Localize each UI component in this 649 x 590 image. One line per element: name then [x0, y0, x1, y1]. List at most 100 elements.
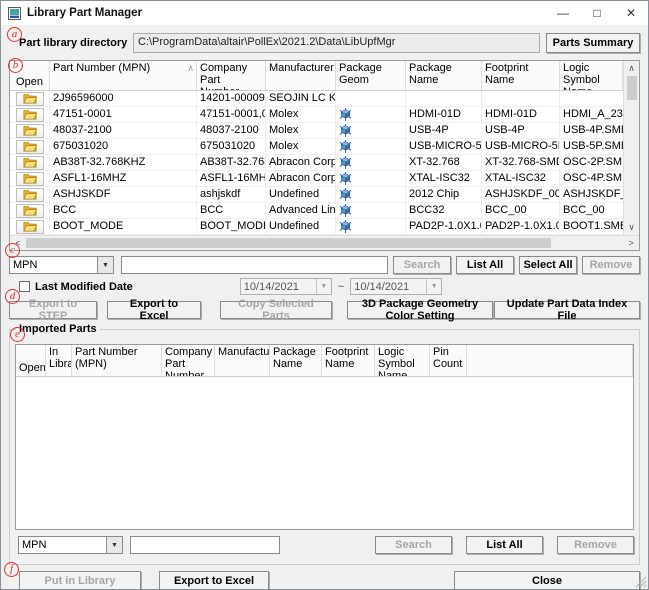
manufacturer-cell: Molex — [266, 123, 336, 138]
folder-icon — [23, 205, 37, 216]
horizontal-scrollbar[interactable]: < > — [10, 235, 639, 250]
close-button[interactable]: Close — [454, 571, 640, 590]
remove-button[interactable]: Remove — [582, 256, 640, 274]
logic-symbol-cell: BOOT1.SMB — [560, 219, 623, 234]
parts-summary-button[interactable]: Parts Summary — [546, 33, 640, 53]
footer-export-to-excel-button[interactable]: Export to Excel — [159, 571, 269, 590]
open-part-button[interactable] — [16, 156, 44, 170]
chevron-down-icon: ▼ — [316, 279, 331, 294]
imported-list-all-button[interactable]: List All — [466, 536, 543, 554]
column-pin-count[interactable]: Pin Count — [430, 345, 467, 376]
imported-search-field-dropdown[interactable]: MPN ▼ — [18, 536, 123, 554]
folder-icon — [23, 141, 37, 152]
open-part-button[interactable] — [16, 172, 44, 186]
table-row[interactable]: 675031020 675031020 Molex USB-MICRO-5P U… — [10, 139, 623, 155]
open-part-button[interactable] — [16, 124, 44, 138]
table-row[interactable]: AB38T-32.768KHZ AB38T-32.768KH Abracon C… — [10, 155, 623, 171]
part-library-directory-label: Part library directory — [9, 37, 133, 49]
select-all-button[interactable]: Select All — [519, 256, 577, 274]
column-part-number[interactable]: Part Number (MPN) ∧ — [50, 61, 197, 90]
package-3d-icon — [339, 156, 352, 169]
company-cell: 48037-2100 — [197, 123, 266, 138]
column-package-geom[interactable]: Package Geom — [336, 61, 406, 90]
sort-ascending-icon: ∧ — [187, 62, 194, 74]
table-row[interactable]: 48037-2100 48037-2100 Molex USB-4P USB-4… — [10, 123, 623, 139]
folder-icon — [23, 109, 37, 120]
column-company-part-number[interactable]: Company Part Number — [197, 61, 266, 90]
put-in-library-button[interactable]: Put in Library — [19, 571, 141, 590]
part-number-cell: 675031020 — [50, 139, 197, 154]
vertical-scrollbar[interactable]: ∧ ∨ — [623, 61, 639, 235]
scroll-down-icon[interactable]: ∨ — [624, 220, 640, 235]
scroll-up-icon[interactable]: ∧ — [624, 61, 640, 76]
open-part-button[interactable] — [16, 92, 44, 106]
column-footprint-name[interactable]: Footprint Name — [322, 345, 375, 376]
part-number-cell: AB38T-32.768KHZ — [50, 155, 197, 170]
package-geom-cell — [336, 123, 406, 138]
company-cell: AB38T-32.768KH — [197, 155, 266, 170]
open-part-button[interactable] — [16, 204, 44, 218]
company-cell: BOOT_MODE,070 — [197, 219, 266, 234]
search-input[interactable] — [121, 256, 388, 274]
column-footprint-name[interactable]: Footprint Name — [482, 61, 560, 90]
open-part-button[interactable] — [16, 220, 44, 234]
library-part-manager-dialog: Library Part Manager — □ ✕ Part library … — [0, 0, 649, 590]
imported-parts-label: Imported Parts — [16, 323, 100, 335]
package-name-cell: BCC32 — [406, 203, 482, 218]
vertical-scroll-thumb[interactable] — [627, 76, 637, 100]
part-number-cell: 2J96596000 — [50, 91, 197, 106]
3d-package-color-setting-button[interactable]: 3D Package Geometry Color Setting — [347, 301, 493, 319]
manufacturer-cell: Molex — [266, 107, 336, 122]
date-from-picker[interactable]: 10/14/2021 ▼ — [240, 278, 332, 295]
column-open[interactable]: Open — [16, 345, 46, 376]
column-manufacturer[interactable]: Manufacturer — [266, 61, 336, 90]
table-row[interactable]: ASHJSKDF ashjskdf Undefined 2012 Chip AS… — [10, 187, 623, 203]
minimize-button[interactable]: — — [546, 1, 580, 25]
column-package-name[interactable]: Package Name — [406, 61, 482, 90]
scroll-right-icon[interactable]: > — [623, 236, 639, 251]
manufacturer-cell: Molex — [266, 139, 336, 154]
open-part-button[interactable] — [16, 108, 44, 122]
maximize-button[interactable]: □ — [580, 1, 614, 25]
column-in-library[interactable]: In Library — [46, 345, 72, 376]
last-modified-checkbox[interactable] — [19, 281, 30, 292]
search-field-dropdown[interactable]: MPN ▼ — [9, 256, 114, 274]
open-part-button[interactable] — [16, 140, 44, 154]
part-library-directory-field[interactable]: C:\ProgramData\altair\PollEx\2021.2\Data… — [133, 33, 540, 53]
date-to-picker[interactable]: 10/14/2021 ▼ — [350, 278, 442, 295]
column-company-part-number[interactable]: Company Part Number — [162, 345, 215, 376]
table-row[interactable]: ASFL1-16MHZ ASFL1-16MHZ,07 Abracon Corpo… — [10, 171, 623, 187]
imported-parts-group: Imported Parts Open In Library Part Numb… — [9, 329, 640, 565]
table-row[interactable]: BOOT_MODE BOOT_MODE,070 Undefined PAD2P-… — [10, 219, 623, 235]
column-part-number[interactable]: Part Number (MPN) — [72, 345, 162, 376]
open-part-button[interactable] — [16, 188, 44, 202]
package-3d-icon — [339, 124, 352, 137]
copy-selected-parts-button[interactable]: Copy Selected Parts — [220, 301, 332, 319]
export-to-excel-button[interactable]: Export to Excel — [107, 301, 201, 319]
update-part-data-index-button[interactable]: Update Part Data Index File — [494, 301, 640, 319]
horizontal-scroll-thumb[interactable] — [26, 238, 551, 248]
resize-grip[interactable] — [635, 576, 647, 588]
column-package-name[interactable]: Package Name — [270, 345, 322, 376]
column-logic-symbol-name[interactable]: Logic Symbol Name — [375, 345, 430, 376]
chevron-down-icon: ▼ — [106, 537, 122, 553]
folder-icon — [23, 93, 37, 104]
package-geom-cell — [336, 139, 406, 154]
folder-icon — [23, 221, 37, 232]
footprint-name-cell: USB-4P — [482, 123, 560, 138]
part-number-cell: 47151-0001 — [50, 107, 197, 122]
close-window-button[interactable]: ✕ — [614, 1, 648, 25]
column-logic-symbol-name[interactable]: Logic Symbol Name — [560, 61, 623, 90]
table-row[interactable]: 2J96596000 14201-000096,A, SEOJIN LC KOR… — [10, 91, 623, 107]
table-row[interactable]: 47151-0001 47151-0001,0712 Molex HDMI-01… — [10, 107, 623, 123]
imported-remove-button[interactable]: Remove — [557, 536, 634, 554]
imported-search-button[interactable]: Search — [375, 536, 452, 554]
footprint-name-cell: USB-MICRO-5P — [482, 139, 560, 154]
footprint-name-cell: BCC_00 — [482, 203, 560, 218]
imported-search-input[interactable] — [130, 536, 280, 554]
export-to-step-button[interactable]: Export to STEP — [9, 301, 97, 319]
column-manufacturer[interactable]: Manufacturer — [215, 345, 270, 376]
table-row[interactable]: BCC BCC Advanced Linear BCC32 BCC_00 BCC… — [10, 203, 623, 219]
list-all-button[interactable]: List All — [456, 256, 514, 274]
search-button[interactable]: Search — [393, 256, 451, 274]
